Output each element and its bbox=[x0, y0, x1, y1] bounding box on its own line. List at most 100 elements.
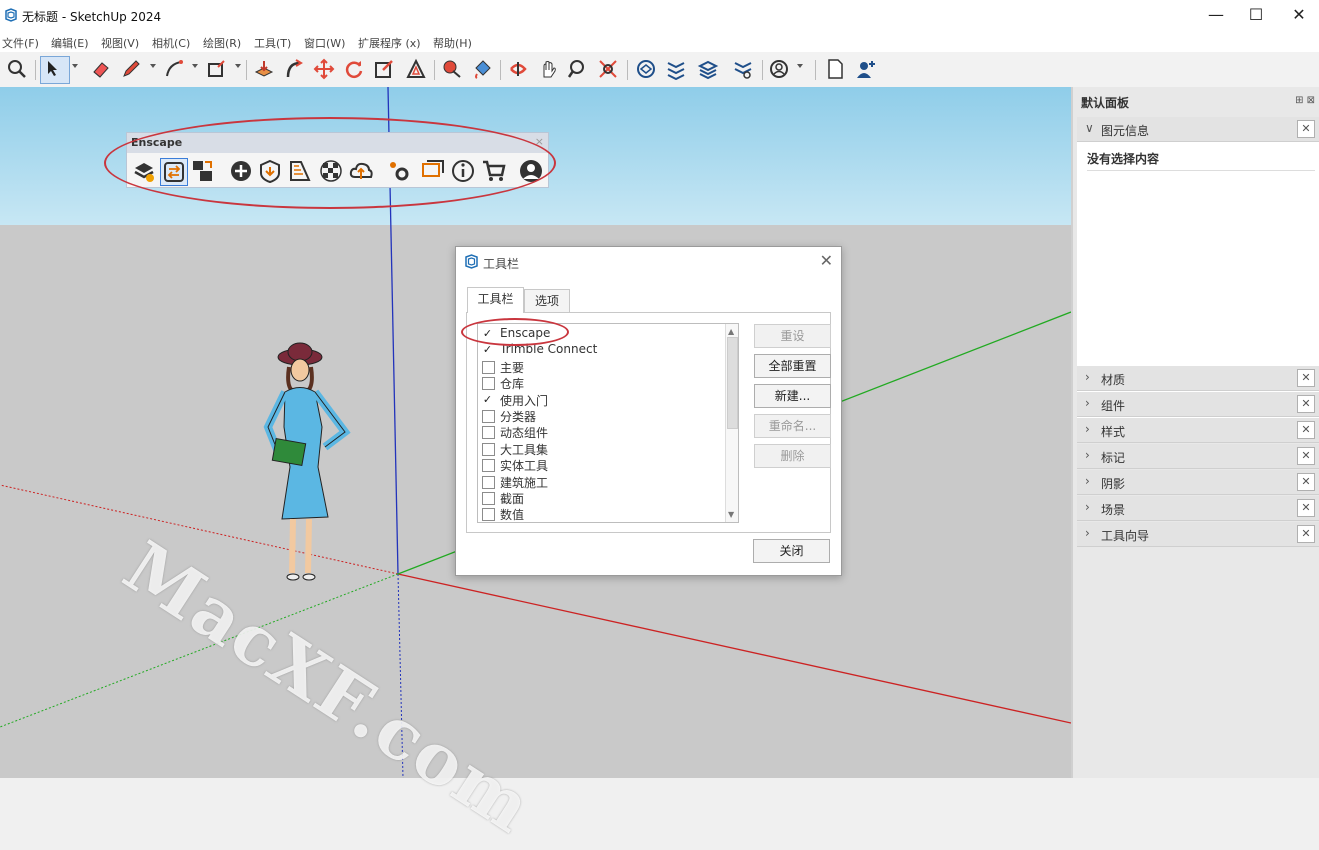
chevron-right-icon: › bbox=[1085, 500, 1090, 514]
dialog-close-icon[interactable]: ✕ bbox=[820, 251, 833, 270]
extension-manager-icon[interactable] bbox=[732, 58, 754, 80]
list-item-label: 建筑施工 bbox=[500, 475, 549, 490]
select-arrow-icon[interactable] bbox=[40, 56, 70, 84]
checkbox[interactable] bbox=[482, 459, 495, 473]
zoom-tool-icon[interactable] bbox=[567, 58, 589, 80]
scroll-up-icon[interactable]: ▲ bbox=[728, 327, 734, 336]
new-toolbar-button[interactable]: 新建... bbox=[754, 384, 831, 408]
sketchup-logo-icon bbox=[5, 8, 17, 22]
scale-icon[interactable] bbox=[373, 58, 395, 80]
checkbox[interactable] bbox=[482, 492, 495, 505]
menu-edit[interactable]: 编辑(E) bbox=[51, 35, 89, 51]
tab-options[interactable]: 选项 bbox=[524, 289, 570, 312]
chevron-right-icon: › bbox=[1085, 370, 1090, 384]
list-item-label: 使用入门 bbox=[500, 393, 549, 408]
close-icon[interactable]: ✕ bbox=[1297, 421, 1315, 439]
list-item-label: 实体工具 bbox=[500, 459, 549, 474]
chevron-right-icon: › bbox=[1085, 526, 1090, 540]
section-4[interactable]: › 标记 ✕ bbox=[1077, 444, 1319, 469]
toolbar-list[interactable]: ✓ Enscape ✓ Trimble Connect 主要 仓库 ✓ 使用入门 分类器 动态组件… bbox=[477, 323, 739, 523]
rotate-icon[interactable] bbox=[343, 58, 365, 80]
menu-help[interactable]: 帮助(H) bbox=[433, 35, 472, 51]
list-scrollbar[interactable]: ▲ ▼ bbox=[725, 324, 738, 522]
move-icon[interactable] bbox=[313, 58, 335, 80]
rename-button[interactable]: 重命名... bbox=[754, 414, 831, 438]
follow-me-icon[interactable] bbox=[283, 58, 305, 80]
close-icon[interactable]: ✕ bbox=[1297, 499, 1315, 517]
chevron-right-icon: › bbox=[1085, 474, 1090, 488]
section-title: 阴影 bbox=[1101, 477, 1126, 491]
orbit-icon[interactable] bbox=[507, 58, 529, 80]
panel-pin-close-icon[interactable]: ⊞ ⊠ bbox=[1295, 95, 1315, 106]
toolbars-dialog: 工具栏 ✕ 工具栏 选项 ✓ Enscape ✓ Trimble Connect 主要仓… bbox=[455, 246, 842, 576]
section-title: 场景 bbox=[1101, 503, 1126, 517]
checkbox[interactable]: ✓ bbox=[482, 344, 493, 355]
scroll-down-icon[interactable]: ▼ bbox=[728, 510, 734, 519]
menu-camera[interactable]: 相机(C) bbox=[152, 35, 190, 51]
list-item-label: 仓库 bbox=[500, 377, 525, 392]
checkbox[interactable] bbox=[482, 426, 495, 440]
section-title: 图元信息 bbox=[1101, 124, 1150, 138]
account-icon[interactable] bbox=[768, 58, 790, 80]
menu-file[interactable]: 文件(F) bbox=[2, 35, 39, 51]
menu-window[interactable]: 窗口(W) bbox=[304, 35, 345, 51]
dialog-close-button[interactable]: 关闭 bbox=[753, 539, 830, 563]
section-title: 标记 bbox=[1101, 451, 1126, 465]
maximize-button[interactable]: ☐ bbox=[1233, 0, 1279, 30]
section-6[interactable]: › 场景 ✕ bbox=[1077, 496, 1319, 521]
menu-extensions[interactable]: 扩展程序 (x) bbox=[358, 35, 421, 51]
list-item-label: 数值 bbox=[500, 508, 525, 523]
checkbox[interactable] bbox=[482, 508, 495, 522]
list-item-label: 主要 bbox=[500, 360, 525, 375]
menu-view[interactable]: 视图(V) bbox=[101, 35, 139, 51]
section-5[interactable]: › 阴影 ✕ bbox=[1077, 470, 1319, 495]
pencil-icon[interactable] bbox=[120, 58, 142, 80]
extension-warehouse-icon[interactable] bbox=[665, 58, 687, 81]
tape-measure-icon[interactable] bbox=[441, 58, 463, 80]
checkbox[interactable] bbox=[482, 475, 495, 489]
close-icon[interactable]: ✕ bbox=[1297, 447, 1315, 465]
scroll-thumb[interactable] bbox=[727, 337, 738, 429]
add-user-icon[interactable] bbox=[855, 58, 877, 80]
close-icon[interactable]: ✕ bbox=[1297, 473, 1315, 491]
section-1[interactable]: › 材质 ✕ bbox=[1077, 366, 1319, 391]
push-pull-icon[interactable] bbox=[253, 58, 275, 80]
close-icon[interactable]: ✕ bbox=[1297, 369, 1315, 387]
layers-icon[interactable] bbox=[697, 58, 719, 80]
close-icon[interactable]: ✕ bbox=[1297, 120, 1315, 138]
zoom-extents-icon[interactable] bbox=[597, 58, 619, 80]
checkbox[interactable] bbox=[482, 360, 495, 374]
offset-icon[interactable] bbox=[405, 58, 427, 80]
rectangle-icon[interactable] bbox=[205, 58, 227, 80]
reset-all-button[interactable]: 全部重置 bbox=[754, 354, 831, 378]
chevron-down-icon: ∨ bbox=[1085, 121, 1094, 135]
paint-bucket-icon[interactable] bbox=[471, 58, 493, 80]
pan-icon[interactable] bbox=[537, 58, 559, 80]
close-icon[interactable]: ✕ bbox=[1297, 525, 1315, 543]
reset-button[interactable]: 重设 bbox=[754, 324, 831, 348]
zoom-icon[interactable] bbox=[6, 58, 28, 80]
eraser-icon[interactable] bbox=[90, 58, 112, 80]
enscape-highlight-oval bbox=[104, 117, 556, 209]
checkbox[interactable] bbox=[482, 442, 495, 456]
checkbox[interactable]: ✓ bbox=[482, 394, 493, 405]
list-item-label: 截面 bbox=[500, 492, 525, 506]
new-document-icon[interactable] bbox=[824, 58, 846, 80]
close-window-button[interactable]: ✕ bbox=[1276, 0, 1319, 30]
section-title: 组件 bbox=[1101, 399, 1126, 413]
section-entity-info[interactable]: ∨ 图元信息 ✕ bbox=[1077, 117, 1319, 142]
menu-tools[interactable]: 工具(T) bbox=[254, 35, 291, 51]
checkbox[interactable] bbox=[482, 410, 495, 423]
delete-button[interactable]: 删除 bbox=[754, 444, 831, 468]
close-icon[interactable]: ✕ bbox=[1297, 395, 1315, 413]
tab-toolbars[interactable]: 工具栏 bbox=[467, 287, 524, 313]
checkbox[interactable] bbox=[482, 377, 495, 391]
warehouse-icon[interactable] bbox=[635, 58, 657, 80]
dialog-title: 工具栏 bbox=[483, 257, 520, 271]
section-7[interactable]: › 工具向导 ✕ bbox=[1077, 522, 1319, 547]
arc-icon[interactable] bbox=[163, 58, 185, 80]
section-2[interactable]: › 组件 ✕ bbox=[1077, 392, 1319, 417]
menu-draw[interactable]: 绘图(R) bbox=[203, 35, 241, 51]
section-3[interactable]: › 样式 ✕ bbox=[1077, 418, 1319, 443]
chevron-right-icon: › bbox=[1085, 448, 1090, 462]
